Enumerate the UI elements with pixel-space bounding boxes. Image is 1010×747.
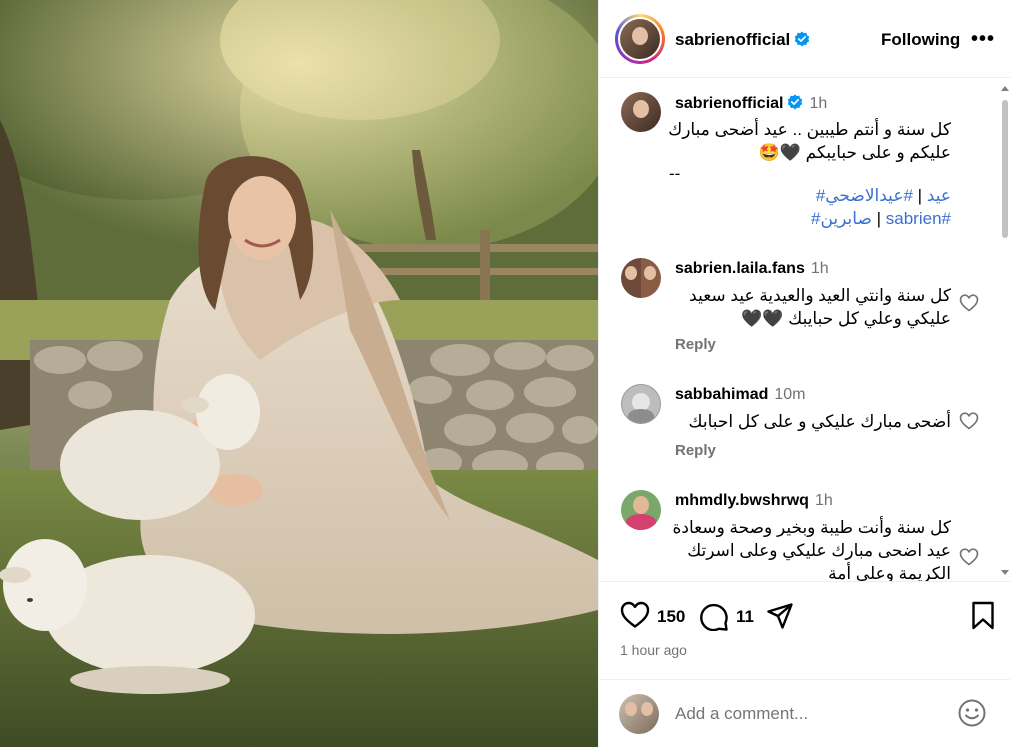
emoji-icon[interactable]	[957, 698, 987, 728]
bookmark-icon[interactable]	[971, 601, 995, 631]
caption-hashtags-2: #sabrien | صابرين#	[661, 207, 951, 230]
commenter-username[interactable]: mhmdly.bwshrwq 1h	[675, 492, 833, 510]
comment-time: 10m	[774, 386, 806, 403]
author-username-text[interactable]: sabrienofficial	[675, 30, 790, 49]
author-avatar[interactable]	[615, 14, 665, 64]
caption-username-text[interactable]: sabrienofficial	[675, 95, 783, 112]
post-header: sabrienofficial Following •••	[599, 0, 1010, 78]
caption-line-1: كل سنة و أنتم طيبين .. عيد أضحى مبارك	[668, 120, 951, 139]
reply-button[interactable]: Reply	[675, 442, 716, 459]
current-user-avatar[interactable]	[619, 694, 659, 734]
caption: sabrienofficial 1h كل سنة و أنتم طيبين ..…	[621, 92, 991, 232]
post-timestamp[interactable]: 1 hour ago	[620, 642, 687, 658]
reply-button[interactable]: Reply	[675, 336, 716, 353]
caption-line-2: عليكم و على حبايبكم 🖤🤩	[758, 143, 951, 162]
following-button[interactable]: Following	[881, 30, 960, 50]
comment-time: 1h	[814, 492, 833, 509]
scroll-down-arrow-icon[interactable]	[1001, 570, 1009, 575]
add-comment-bar	[599, 679, 1010, 747]
comments-list[interactable]: sabrienofficial 1h كل سنة و أنتم طيبين ..…	[599, 78, 1010, 581]
caption-hashtags-1: عيد | #عيدالاضحي#	[661, 184, 951, 207]
commenter-username-text[interactable]: mhmdly.bwshrwq	[675, 492, 809, 509]
comment-item: sabbahimad 10m أضحى مبارك عليكي و على كل …	[621, 384, 991, 474]
hashtag-sabrien[interactable]: #sabrien	[886, 209, 951, 228]
hashtag-eid[interactable]: عيد	[927, 186, 951, 205]
verified-badge-icon	[788, 94, 803, 110]
commenter-username-text[interactable]: sabbahimad	[675, 386, 768, 403]
share-icon[interactable]	[766, 602, 794, 630]
author-username[interactable]: sabrienofficial	[675, 30, 810, 50]
add-comment-input[interactable]	[675, 704, 945, 724]
comment-like-heart-icon[interactable]	[959, 412, 979, 430]
comment-text: كل سنة وانتي العيد والعيدية عيد سعيد علي…	[689, 286, 951, 328]
post-actions: 150 11 1 hour ago	[599, 581, 1010, 679]
comment-like-heart-icon[interactable]	[959, 294, 979, 312]
comment-item: sabrien.laila.fans 1h كل سنة وانتي العيد …	[621, 258, 991, 358]
tag-separator: |	[871, 209, 886, 228]
comment-like-heart-icon[interactable]	[959, 548, 979, 566]
tag-separator: |	[912, 186, 927, 205]
scroll-thumb[interactable]	[1002, 100, 1008, 238]
commenter-avatar[interactable]	[621, 258, 661, 298]
verified-badge-icon	[795, 31, 810, 47]
commenter-username[interactable]: sabbahimad 10m	[675, 386, 805, 404]
commenter-username-text[interactable]: sabrien.laila.fans	[675, 260, 805, 277]
scroll-up-arrow-icon[interactable]	[1001, 86, 1009, 91]
post-photo[interactable]	[0, 0, 598, 747]
commenter-avatar[interactable]	[621, 384, 661, 424]
comments-scrollbar[interactable]	[1000, 78, 1010, 581]
heart-icon[interactable]	[620, 601, 650, 629]
post-photo-illustration	[0, 0, 598, 747]
caption-time: 1h	[809, 95, 828, 112]
comment-icon[interactable]	[699, 601, 729, 631]
caption-line-3: --	[669, 164, 681, 183]
comment-text: كل سنة وأنت طيبة وبخير وصحة وسعادة عيد ا…	[672, 518, 951, 581]
commenter-avatar[interactable]	[621, 490, 661, 530]
caption-username[interactable]: sabrienofficial 1h	[675, 94, 827, 113]
comment-item: mhmdly.bwshrwq 1h كل سنة وأنت طيبة وبخير …	[621, 490, 991, 581]
comment-time: 1h	[810, 260, 829, 277]
comment-text: أضحى مبارك عليكي و على كل احبابك	[688, 412, 951, 431]
commenter-username[interactable]: sabrien.laila.fans 1h	[675, 260, 829, 278]
hashtag-eid-adha[interactable]: #عيدالاضحي#	[816, 186, 913, 205]
comment-count[interactable]: 11	[736, 607, 754, 627]
more-options-icon[interactable]: •••	[971, 28, 995, 51]
like-count[interactable]: 150	[657, 607, 685, 627]
hashtag-sabrien-ar[interactable]: صابرين#	[811, 209, 872, 228]
author-avatar-small[interactable]	[621, 92, 661, 132]
post-side-panel: sabrienofficial Following ••• sabrienoff…	[598, 0, 1010, 747]
